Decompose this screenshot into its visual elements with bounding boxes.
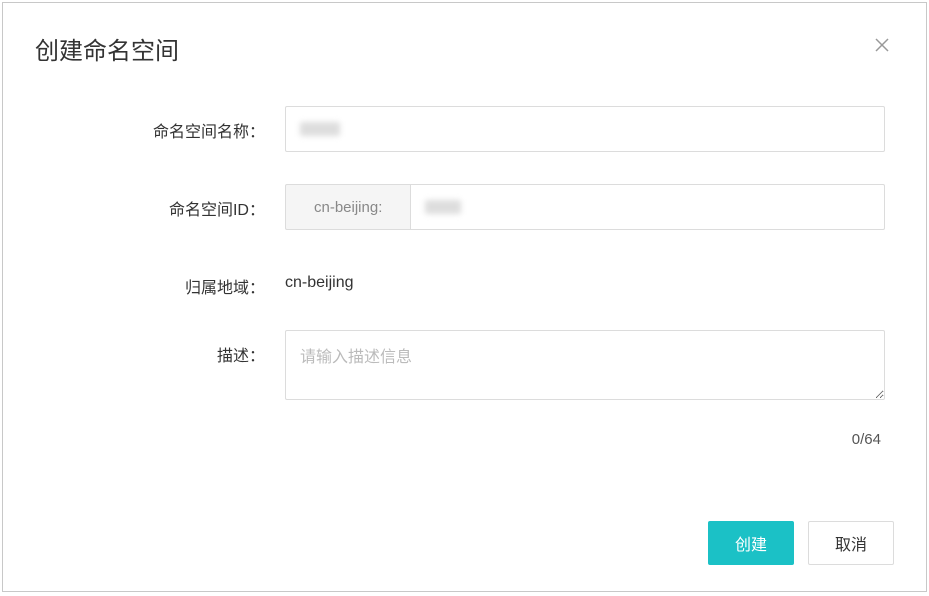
description-label: 描述： xyxy=(35,330,285,366)
dialog-footer: 创建 取消 xyxy=(708,521,894,565)
namespace-name-control xyxy=(285,106,885,152)
namespace-id-row: 命名空间ID： cn-beijing: xyxy=(35,184,894,230)
region-label: 归属地域： xyxy=(35,262,285,298)
namespace-name-redacted-value xyxy=(300,122,340,136)
namespace-id-redacted-value xyxy=(425,200,461,214)
cancel-button[interactable]: 取消 xyxy=(808,521,894,565)
region-value: cn-beijing xyxy=(285,262,885,292)
namespace-id-prefix: cn-beijing: xyxy=(285,184,410,230)
dialog-title: 创建命名空间 xyxy=(35,31,894,66)
description-textarea[interactable] xyxy=(285,330,885,400)
namespace-id-group: cn-beijing: xyxy=(285,184,885,230)
namespace-name-row: 命名空间名称： xyxy=(35,106,894,152)
namespace-id-control: cn-beijing: xyxy=(285,184,885,230)
dialog-header: 创建命名空间 xyxy=(3,3,926,66)
description-control: 0/64 xyxy=(285,330,885,448)
namespace-name-label: 命名空间名称： xyxy=(35,106,285,142)
description-row: 描述： 0/64 xyxy=(35,330,894,448)
create-namespace-dialog: 创建命名空间 命名空间名称： 命名空间ID： cn-beijing: xyxy=(2,2,927,592)
form-body: 命名空间名称： 命名空间ID： cn-beijing: 归属地域： xyxy=(3,66,926,448)
region-row: 归属地域： cn-beijing xyxy=(35,262,894,298)
create-button[interactable]: 创建 xyxy=(708,521,794,565)
close-button[interactable] xyxy=(872,35,892,55)
namespace-name-input[interactable] xyxy=(285,106,885,152)
close-icon xyxy=(875,38,889,52)
description-char-count: 0/64 xyxy=(285,431,885,448)
region-control: cn-beijing xyxy=(285,262,885,292)
namespace-id-input[interactable] xyxy=(410,184,885,230)
namespace-id-label: 命名空间ID： xyxy=(35,184,285,220)
